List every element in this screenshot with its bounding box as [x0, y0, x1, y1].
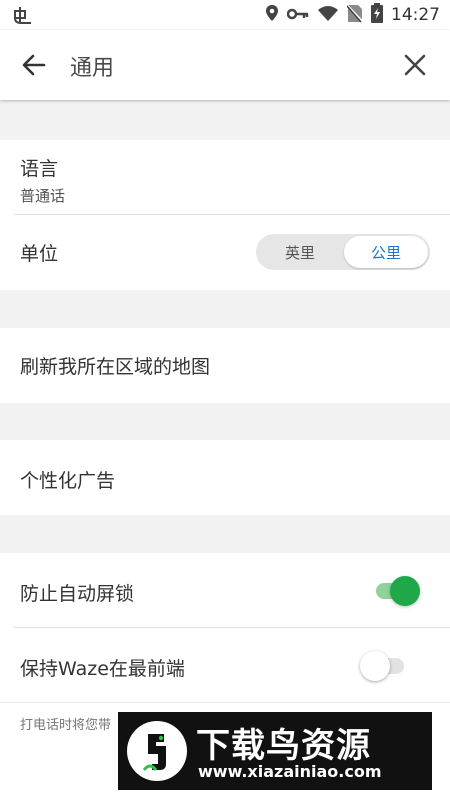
close-icon[interactable]	[401, 51, 429, 79]
keep-waze-front-description: 打电话时将您带	[20, 718, 112, 733]
divider	[14, 214, 450, 215]
section-language-units: 语言 普通话 单位 英里 公里	[0, 140, 450, 290]
bug-icon	[12, 5, 34, 29]
prevent-autolock-label: 防止自动屏锁	[20, 583, 135, 605]
page-title: 通用	[70, 56, 115, 81]
units-option-km[interactable]: 公里	[344, 236, 428, 268]
no-sim-icon	[346, 3, 364, 27]
units-segmented-control[interactable]: 英里 公里	[256, 234, 430, 270]
status-bar: 14:27	[0, 0, 450, 30]
vpn-key-icon	[286, 6, 309, 25]
language-setting[interactable]: 语言 普通话	[20, 154, 430, 206]
refresh-map-setting[interactable]: 刷新我所在区域的地图	[20, 352, 430, 379]
battery-icon	[371, 3, 383, 27]
watermark-banner: 下载鸟资源 www.xiazainiao.com	[118, 712, 432, 790]
units-option-miles[interactable]: 英里	[258, 236, 342, 268]
personalized-ads-setting[interactable]: 个性化广告	[20, 466, 430, 493]
prevent-autolock-toggle[interactable]	[372, 574, 422, 608]
language-value: 普通话	[20, 187, 66, 205]
keep-waze-front-toggle[interactable]	[360, 649, 410, 683]
toggle-thumb	[360, 651, 390, 681]
divider	[0, 702, 450, 703]
watermark-url: www.xiazainiao.com	[198, 762, 382, 781]
watermark-title: 下载鸟资源	[196, 726, 371, 766]
bird-logo-icon	[126, 720, 188, 782]
wifi-icon	[317, 5, 339, 26]
section-ads: 个性化广告	[0, 440, 450, 515]
language-label: 语言	[20, 158, 59, 180]
toggle-thumb	[390, 576, 420, 606]
app-bar: 通用	[0, 30, 450, 100]
section-refresh-map: 刷新我所在区域的地图	[0, 328, 450, 403]
back-arrow-icon[interactable]	[20, 51, 48, 79]
prevent-autolock-setting: 防止自动屏锁	[20, 579, 430, 606]
refresh-map-label: 刷新我所在区域的地图	[20, 356, 211, 378]
personalized-ads-label: 个性化广告	[20, 470, 116, 492]
divider	[14, 627, 450, 628]
status-time: 14:27	[391, 5, 440, 25]
location-icon	[265, 4, 279, 26]
